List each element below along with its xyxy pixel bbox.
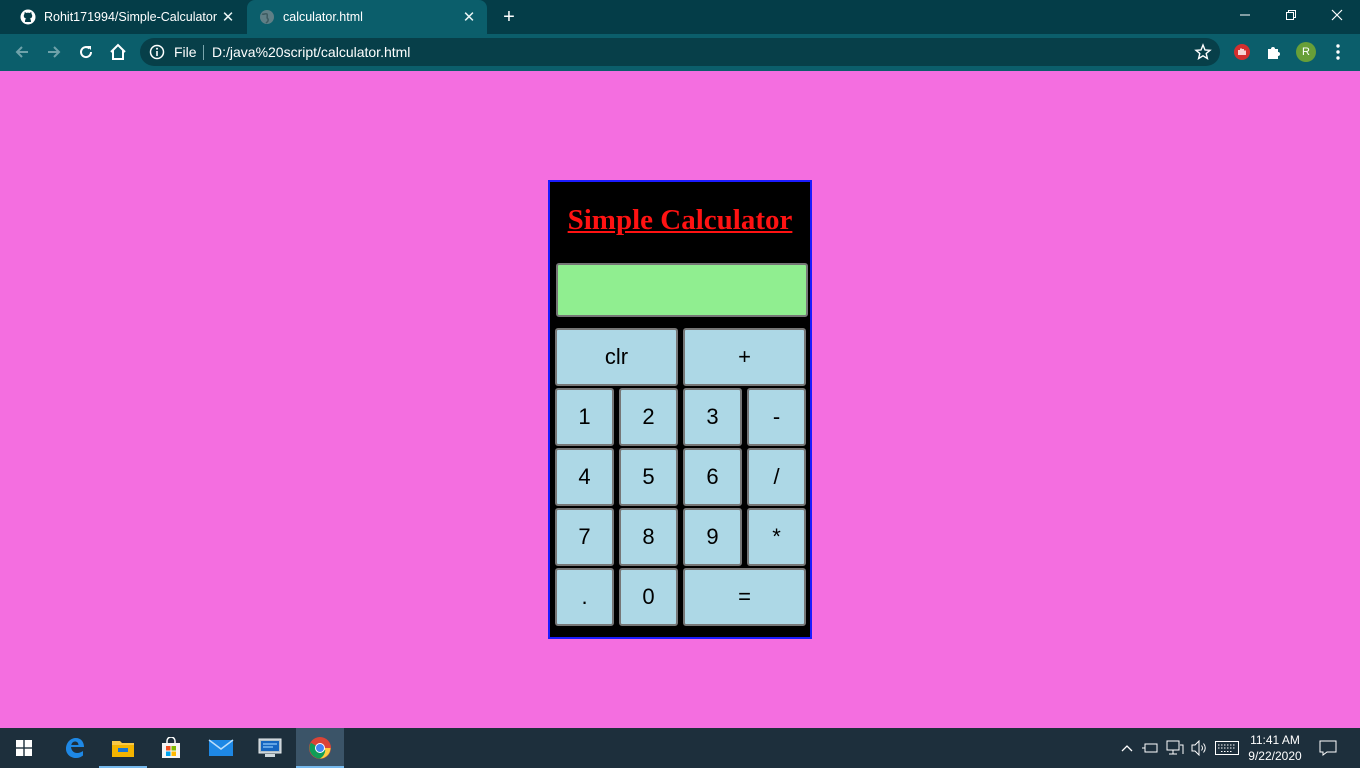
browser-toolbar: File D:/java%20script/calculator.html R: [0, 34, 1360, 71]
extensions-puzzle-icon[interactable]: [1262, 40, 1286, 64]
close-tab-icon[interactable]: ✕: [459, 7, 479, 27]
reload-icon[interactable]: [74, 40, 98, 64]
forward-icon[interactable]: [42, 40, 66, 64]
tab-title: calculator.html: [283, 10, 363, 24]
file-explorer-icon[interactable]: [99, 728, 147, 768]
notifications-icon[interactable]: [1316, 728, 1340, 768]
close-tab-icon[interactable]: ✕: [218, 7, 238, 27]
minus-button[interactable]: -: [747, 388, 806, 446]
tab-github[interactable]: Rohit171994/Simple-Calculator ✕: [8, 0, 246, 34]
digit-3-button[interactable]: 3: [683, 388, 742, 446]
digit-5-button[interactable]: 5: [619, 448, 678, 506]
tab-title: Rohit171994/Simple-Calculator: [44, 10, 218, 24]
battery-plug-icon[interactable]: [1140, 728, 1162, 768]
windows-taskbar: 11:41 AM 9/22/2020: [0, 728, 1360, 768]
github-icon: [20, 9, 36, 25]
minimize-icon[interactable]: [1222, 0, 1268, 30]
url-text[interactable]: D:/java%20script/calculator.html: [212, 44, 410, 60]
digit-9-button[interactable]: 9: [683, 508, 742, 566]
multiply-button[interactable]: *: [747, 508, 806, 566]
back-icon[interactable]: [10, 40, 34, 64]
clock-time: 11:41 AM: [1250, 733, 1300, 747]
menu-kebab-icon[interactable]: [1326, 40, 1350, 64]
extension-stop-icon[interactable]: [1230, 40, 1254, 64]
digit-0-button[interactable]: 0: [619, 568, 678, 626]
system-clock[interactable]: 11:41 AM 9/22/2020: [1240, 732, 1310, 764]
clear-button[interactable]: clr: [555, 328, 678, 386]
chrome-icon[interactable]: [296, 728, 344, 768]
calculator-panel: Simple Calculator clr + 1 2 3 - 4 5 6 / …: [548, 180, 812, 639]
digit-2-button[interactable]: 2: [619, 388, 678, 446]
clock-date: 9/22/2020: [1248, 749, 1302, 763]
volume-icon[interactable]: [1188, 728, 1210, 768]
close-window-icon[interactable]: [1314, 0, 1360, 30]
digit-7-button[interactable]: 7: [555, 508, 614, 566]
info-icon[interactable]: [149, 44, 165, 60]
plus-button[interactable]: +: [683, 328, 806, 386]
restore-icon[interactable]: [1268, 0, 1314, 30]
tab-calculator[interactable]: calculator.html ✕: [247, 0, 487, 34]
mail-icon[interactable]: [197, 728, 245, 768]
show-hidden-icons-chevron-icon[interactable]: [1118, 728, 1136, 768]
equals-button[interactable]: =: [683, 568, 806, 626]
address-bar[interactable]: File D:/java%20script/calculator.html: [140, 38, 1220, 66]
divider: [203, 45, 204, 60]
new-tab-icon[interactable]: +: [498, 6, 520, 28]
divide-button[interactable]: /: [747, 448, 806, 506]
digit-8-button[interactable]: 8: [619, 508, 678, 566]
keyboard-icon[interactable]: [1213, 728, 1241, 768]
network-icon[interactable]: [1164, 728, 1186, 768]
edge-icon[interactable]: [51, 728, 99, 768]
profile-avatar[interactable]: R: [1296, 42, 1316, 62]
store-icon[interactable]: [147, 728, 195, 768]
decimal-point-button[interactable]: .: [555, 568, 614, 626]
digit-6-button[interactable]: 6: [683, 448, 742, 506]
tab-strip: Rohit171994/Simple-Calculator ✕ calculat…: [0, 0, 1360, 34]
result-display[interactable]: [556, 263, 808, 317]
bookmark-star-icon[interactable]: [1194, 43, 1212, 61]
home-icon[interactable]: [106, 40, 130, 64]
digit-1-button[interactable]: 1: [555, 388, 614, 446]
calculator-title: Simple Calculator: [567, 204, 793, 236]
scheme-label: File: [174, 44, 197, 60]
digit-4-button[interactable]: 4: [555, 448, 614, 506]
remote-desktop-icon[interactable]: [246, 728, 294, 768]
globe-icon: [259, 9, 275, 25]
windows-start-icon[interactable]: [0, 728, 48, 768]
